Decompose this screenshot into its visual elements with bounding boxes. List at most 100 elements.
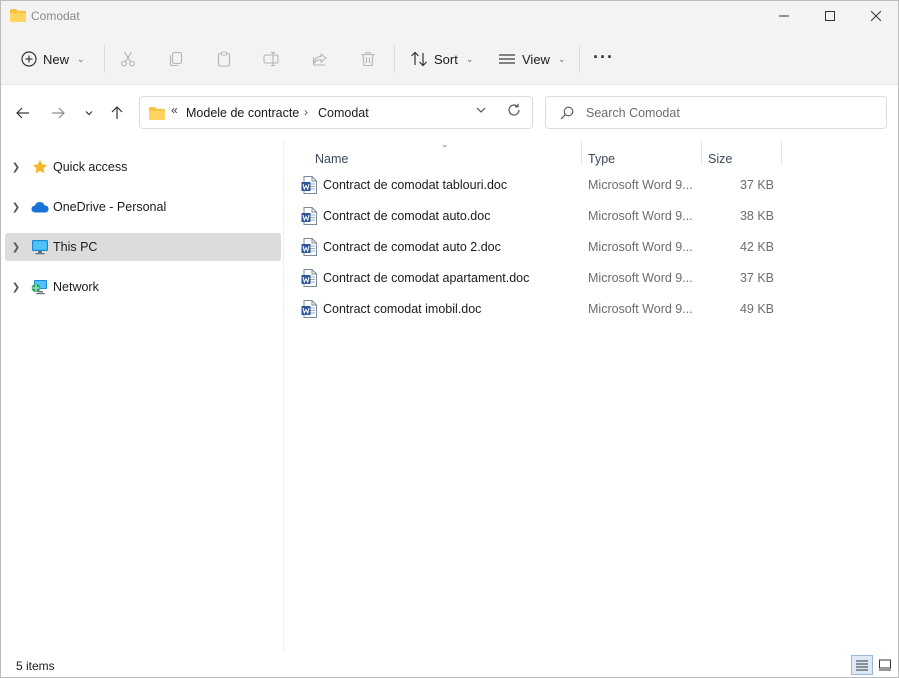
sidebar-item-this-pc[interactable]: ❯ This PC xyxy=(5,233,281,261)
word-document-icon xyxy=(301,207,317,225)
sidebar-item-label: This PC xyxy=(53,240,98,254)
navigation-bar: « Modele de contracte › Comodat xyxy=(1,86,898,140)
up-button[interactable] xyxy=(107,103,127,123)
cut-icon xyxy=(121,51,135,67)
file-row[interactable]: Contract de comodat auto.doc Microsoft W… xyxy=(299,202,779,230)
file-size: 42 KB xyxy=(739,240,774,254)
file-type: Microsoft Word 9... xyxy=(588,240,693,254)
sidebar-item-quick-access[interactable]: ❯ Quick access xyxy=(5,153,281,181)
chevron-down-icon xyxy=(476,107,486,113)
refresh-button[interactable] xyxy=(507,103,521,121)
chevron-right-icon[interactable]: ❯ xyxy=(5,282,27,293)
sidebar-item-label: Network xyxy=(53,280,99,294)
column-divider[interactable] xyxy=(781,141,782,165)
maximize-button[interactable] xyxy=(807,1,853,31)
file-explorer-window: Comodat New ⌄ Sort ⌄ View ⌄ ··· « Modele… xyxy=(0,0,899,678)
chevron-down-icon xyxy=(85,111,93,116)
paste-icon xyxy=(217,51,231,67)
file-name: Contract de comodat tablouri.doc xyxy=(323,178,508,192)
sidebar-item-network[interactable]: ❯ Network xyxy=(5,273,281,301)
close-button[interactable] xyxy=(853,1,899,31)
search-input[interactable] xyxy=(586,104,876,122)
cloud-icon xyxy=(29,198,51,216)
monitor-icon xyxy=(29,238,51,256)
window-title: Comodat xyxy=(31,9,80,23)
column-header-size[interactable]: Size xyxy=(708,147,781,171)
column-header-label: Size xyxy=(708,152,733,166)
file-type: Microsoft Word 9... xyxy=(588,209,693,223)
word-document-icon xyxy=(301,300,317,318)
close-icon xyxy=(871,11,881,21)
status-bar: 5 items xyxy=(1,652,898,677)
search-icon xyxy=(560,106,574,120)
delete-button[interactable] xyxy=(359,50,377,68)
file-size: 37 KB xyxy=(739,271,774,285)
more-options-button[interactable]: ··· xyxy=(593,47,614,68)
minimize-button[interactable] xyxy=(761,1,807,31)
new-button[interactable]: New ⌄ xyxy=(21,45,85,73)
forward-button[interactable] xyxy=(48,103,68,123)
arrow-left-icon xyxy=(16,107,29,119)
divider xyxy=(394,45,395,73)
sort-button[interactable]: Sort ⌄ xyxy=(410,45,473,73)
copy-button[interactable] xyxy=(167,50,185,68)
address-overflow[interactable]: « xyxy=(171,103,178,117)
sort-label: Sort xyxy=(434,51,458,67)
file-name: Contract comodat imobil.doc xyxy=(323,302,482,316)
details-view-button[interactable] xyxy=(851,655,873,675)
sidebar-item-onedrive[interactable]: ❯ OneDrive - Personal xyxy=(5,193,281,221)
chevron-right-icon[interactable]: ❯ xyxy=(5,162,27,173)
search-box[interactable] xyxy=(545,96,887,129)
rename-button[interactable] xyxy=(263,50,281,68)
paste-button[interactable] xyxy=(215,50,233,68)
folder-icon xyxy=(149,107,165,120)
chevron-right-icon[interactable]: ❯ xyxy=(5,242,27,253)
details-view-icon xyxy=(856,660,868,671)
share-icon xyxy=(312,53,327,66)
file-row[interactable]: Contract de comodat tablouri.doc Microso… xyxy=(299,171,779,199)
breadcrumb-segment[interactable]: Comodat xyxy=(318,106,369,120)
view-icon xyxy=(499,54,515,64)
file-size: 38 KB xyxy=(739,209,774,223)
chevron-right-icon[interactable]: ❯ xyxy=(5,202,27,213)
address-bar[interactable]: « Modele de contracte › Comodat xyxy=(139,96,533,129)
file-row[interactable]: Contract comodat imobil.doc Microsoft Wo… xyxy=(299,295,779,323)
delete-icon xyxy=(361,51,375,67)
column-header-name[interactable]: Name xyxy=(315,147,581,171)
maximize-icon xyxy=(825,11,835,21)
share-button[interactable] xyxy=(311,50,329,68)
column-divider[interactable] xyxy=(581,141,582,165)
column-divider[interactable] xyxy=(701,141,702,165)
file-list: ⌄ Name Type Size Contract de comodat tab… xyxy=(285,139,897,651)
folder-icon xyxy=(10,9,26,22)
command-bar: New ⌄ Sort ⌄ View ⌄ ··· xyxy=(1,33,898,85)
copy-icon xyxy=(169,51,183,67)
file-size: 49 KB xyxy=(739,302,774,316)
new-label: New xyxy=(43,51,70,67)
file-row[interactable]: Contract de comodat auto 2.doc Microsoft… xyxy=(299,233,779,261)
column-header-label: Name xyxy=(315,152,349,166)
view-button[interactable]: View ⌄ xyxy=(498,45,566,73)
breadcrumb-segment[interactable]: Modele de contracte xyxy=(186,106,299,120)
arrow-right-icon xyxy=(52,107,65,119)
back-button[interactable] xyxy=(13,103,33,123)
column-header-type[interactable]: Type xyxy=(588,147,701,171)
file-size: 37 KB xyxy=(739,178,774,192)
more-icon: ··· xyxy=(593,47,614,67)
file-row[interactable]: Contract de comodat apartament.doc Micro… xyxy=(299,264,779,292)
recent-locations-button[interactable] xyxy=(79,103,99,123)
view-label: View xyxy=(522,51,550,67)
chevron-down-icon: ⌄ xyxy=(557,53,566,64)
cut-button[interactable] xyxy=(119,50,137,68)
tiles-view-icon xyxy=(879,659,891,671)
word-document-icon xyxy=(301,238,317,256)
tiles-view-button[interactable] xyxy=(874,655,896,675)
address-dropdown-button[interactable] xyxy=(475,104,487,118)
sort-icon xyxy=(411,51,427,67)
column-header-label: Type xyxy=(588,152,616,166)
divider xyxy=(104,45,105,73)
navigation-pane: ❯ Quick access ❯ OneDrive - Personal ❯ T… xyxy=(1,141,284,651)
plus-circle-icon xyxy=(21,51,37,67)
chevron-right-icon[interactable]: › xyxy=(304,105,308,119)
chevron-down-icon: ⌄ xyxy=(77,53,85,64)
